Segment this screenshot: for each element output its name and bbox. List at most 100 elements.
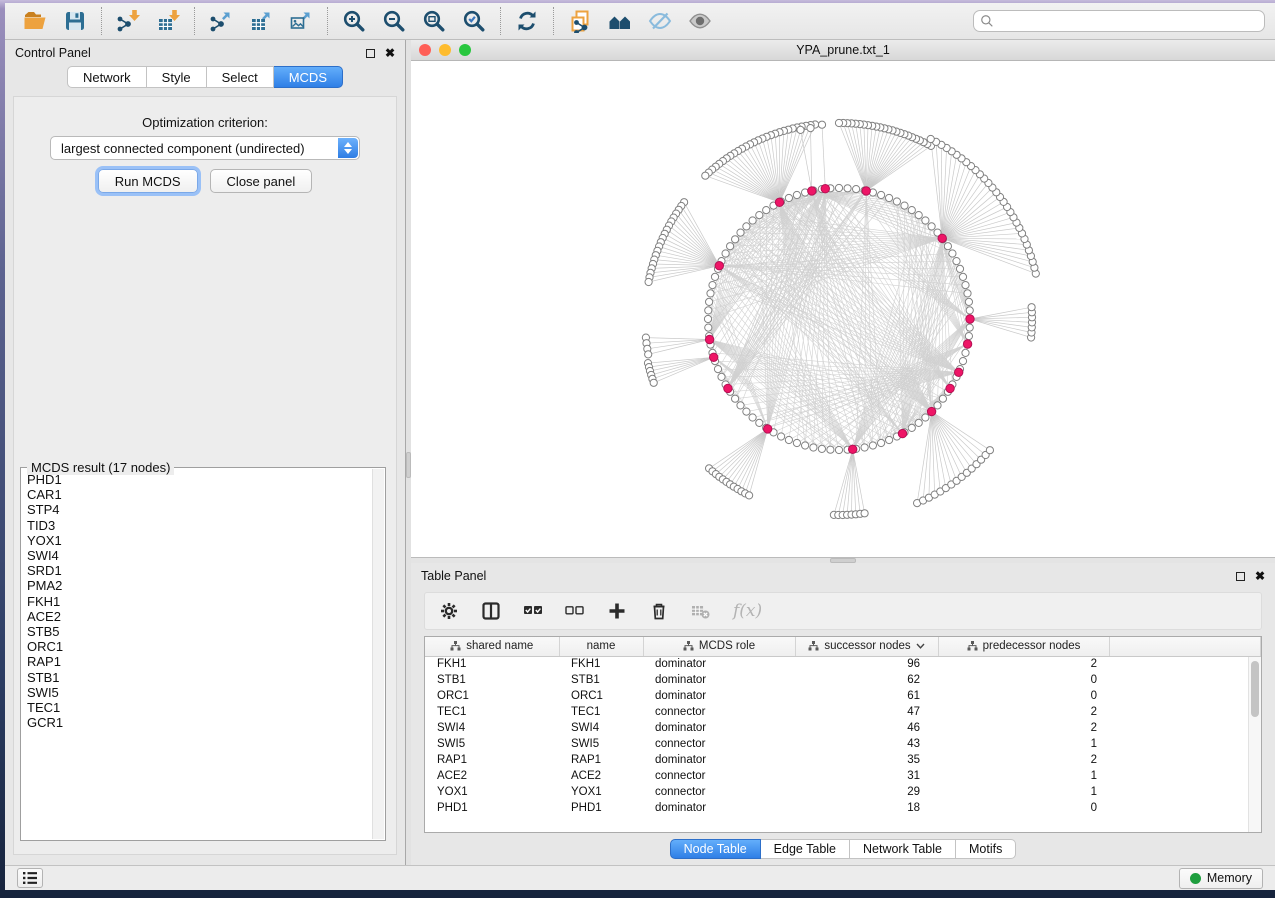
column-header-name[interactable]: name [559, 637, 643, 656]
table-row[interactable]: PHD1 PHD1 dominator 18 0 [425, 800, 1261, 816]
mcds-result-item[interactable]: TID3 [27, 518, 372, 533]
horizontal-splitter[interactable] [411, 558, 1275, 563]
table-scrollbar[interactable] [1248, 657, 1261, 832]
export-network-icon [209, 9, 233, 33]
float-panel-icon[interactable] [366, 49, 375, 58]
import-network-button[interactable] [115, 8, 141, 34]
table-row[interactable]: ACE2 ACE2 connector 31 1 [425, 768, 1261, 784]
scrollbar-thumb[interactable] [1251, 661, 1259, 717]
splitter-grip[interactable] [830, 558, 856, 563]
export-image-button[interactable] [288, 8, 314, 34]
tab-style[interactable]: Style [147, 66, 207, 88]
tab-node-table[interactable]: Node Table [670, 839, 761, 859]
table-row[interactable]: YOX1 YOX1 connector 29 1 [425, 784, 1261, 800]
new-network-from-selection-button[interactable] [567, 8, 593, 34]
mcds-result-item[interactable]: STB1 [27, 670, 372, 685]
zoom-fit-button[interactable] [421, 8, 447, 34]
main-toolbar [5, 3, 1275, 40]
mcds-result-item[interactable]: FKH1 [27, 594, 372, 609]
mcds-result-item[interactable]: RAP1 [27, 654, 372, 669]
select-all-button[interactable] [523, 601, 543, 621]
mcds-result-item[interactable]: ACE2 [27, 609, 372, 624]
tab-network[interactable]: Network [67, 66, 147, 88]
cell-mcds-role: dominator [643, 800, 795, 816]
tab-select[interactable]: Select [207, 66, 274, 88]
mcds-result-item[interactable]: SWI4 [27, 548, 372, 563]
save-button[interactable] [62, 8, 88, 34]
delete-button[interactable] [649, 601, 669, 621]
run-mcds-button[interactable]: Run MCDS [98, 169, 198, 193]
table-row[interactable]: STB1 STB1 dominator 62 0 [425, 672, 1261, 688]
mcds-result-item[interactable]: SRD1 [27, 563, 372, 578]
mcds-result-list[interactable]: PHD1CAR1STP4TID3YOX1SWI4SRD1PMA2FKH1ACE2… [27, 472, 372, 838]
open-button[interactable] [22, 8, 48, 34]
mcds-result-item[interactable]: CAR1 [27, 487, 372, 502]
table-row[interactable]: TEC1 TEC1 connector 47 2 [425, 704, 1261, 720]
column-label: predecessor nodes [983, 640, 1081, 652]
mcds-result-item[interactable]: PHD1 [27, 472, 372, 487]
column-header-predecessor-nodes[interactable]: predecessor nodes [938, 637, 1109, 656]
toolbar-group [9, 8, 101, 34]
tab-mcds[interactable]: MCDS [274, 66, 343, 88]
mcds-result-item[interactable]: STB5 [27, 624, 372, 639]
tab-motifs[interactable]: Motifs [956, 839, 1016, 859]
toolbar-group [554, 8, 726, 34]
column-header-shared-name[interactable]: shared name [425, 637, 559, 656]
table-row[interactable]: ORC1 ORC1 dominator 61 0 [425, 688, 1261, 704]
mcds-result-item[interactable]: SWI5 [27, 685, 372, 700]
hide-selected-button[interactable] [647, 8, 673, 34]
zoom-out-button[interactable] [381, 8, 407, 34]
mcds-result-item[interactable]: YOX1 [27, 533, 372, 548]
column-header-successor-nodes[interactable]: successor nodes [795, 637, 938, 656]
close-panel-icon[interactable]: ✖ [385, 47, 395, 59]
tab-edge-table[interactable]: Edge Table [761, 839, 850, 859]
table-row[interactable]: SWI4 SWI4 dominator 46 2 [425, 720, 1261, 736]
import-table-icon [156, 9, 180, 33]
table-row[interactable]: FKH1 FKH1 dominator 96 2 [425, 656, 1261, 672]
table-panel-header: Table Panel ✖ [411, 563, 1275, 589]
show-all-button[interactable] [687, 8, 713, 34]
cell-shared-name: RAP1 [425, 752, 559, 768]
columns-button[interactable] [481, 601, 501, 621]
search-input[interactable] [973, 10, 1265, 32]
export-table-button[interactable] [248, 8, 274, 34]
close-panel-button[interactable]: Close panel [210, 169, 313, 193]
import-table-button[interactable] [155, 8, 181, 34]
mcds-result-item[interactable]: TEC1 [27, 700, 372, 715]
zoom-in-button[interactable] [341, 8, 367, 34]
export-network-button[interactable] [208, 8, 234, 34]
memory-button[interactable]: Memory [1179, 868, 1263, 889]
add-button[interactable] [607, 601, 627, 621]
column-type-icon [808, 641, 819, 651]
tab-network-table[interactable]: Network Table [850, 839, 956, 859]
network-graph[interactable] [411, 61, 1275, 557]
mcds-result-scrollbar[interactable] [372, 469, 384, 839]
mcds-result-item[interactable]: GCR1 [27, 715, 372, 730]
cell-mcds-role: connector [643, 784, 795, 800]
toolbar-group [195, 8, 327, 34]
close-panel-icon[interactable]: ✖ [1255, 570, 1265, 582]
mcds-result-item[interactable]: ORC1 [27, 639, 372, 654]
first-neighbors-button[interactable] [607, 8, 633, 34]
deselect-all-button[interactable] [565, 601, 585, 621]
cell-name: STB1 [559, 672, 643, 688]
cell-shared-name: YOX1 [425, 784, 559, 800]
sort-desc-icon [916, 643, 925, 649]
settings-button[interactable] [439, 601, 459, 621]
float-panel-icon[interactable] [1236, 572, 1245, 581]
memory-label: Memory [1207, 871, 1252, 885]
zoom-selected-button[interactable] [461, 8, 487, 34]
mcds-result-item[interactable]: PMA2 [27, 578, 372, 593]
task-history-button[interactable] [17, 868, 43, 888]
apply-layout-button[interactable] [514, 8, 540, 34]
column-header-MCDS-role[interactable]: MCDS role [643, 637, 795, 656]
open-icon [23, 9, 47, 33]
network-canvas[interactable] [411, 61, 1275, 557]
criterion-select[interactable]: largest connected component (undirected) [50, 136, 360, 160]
table-row[interactable]: RAP1 RAP1 dominator 35 2 [425, 752, 1261, 768]
mcds-result-item[interactable]: STP4 [27, 502, 372, 517]
column-label: MCDS role [699, 640, 755, 652]
zoom-selected-icon [462, 9, 486, 33]
table-row[interactable]: SWI5 SWI5 connector 43 1 [425, 736, 1261, 752]
network-window-title: YPA_prune.txt_1 [411, 43, 1275, 57]
